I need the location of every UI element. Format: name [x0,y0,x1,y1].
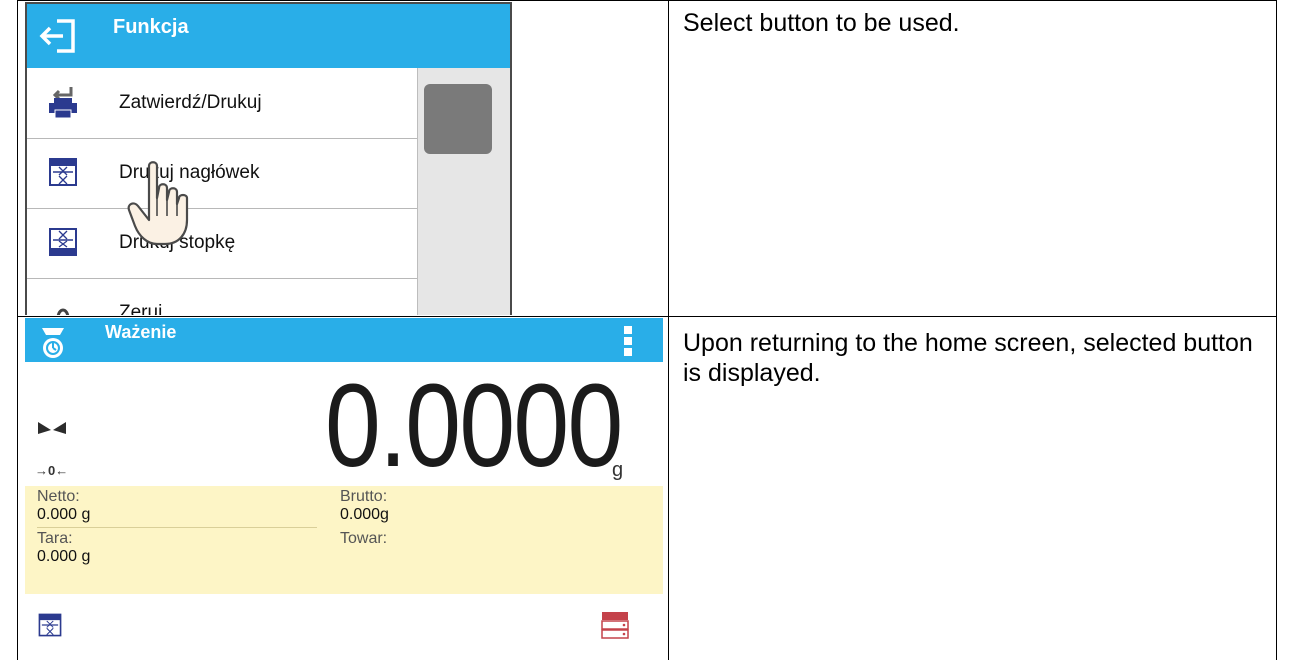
weight-unit: g [612,459,624,481]
function-list-screenshot: Funkcja Zatwierdź/Drukuj Drukuj nagłówek… [25,2,512,315]
list-item-label: Zeruj [119,302,163,315]
weighing-mode-icon[interactable] [39,324,67,360]
netto-label: Netto: [37,488,80,505]
print-footer-icon [49,228,77,256]
list-item-zero[interactable]: Zeruj [27,278,417,315]
list-item-label: Zatwierdź/Drukuj [119,92,262,113]
table-row-separator [17,316,1277,317]
list-item-confirm-print[interactable]: Zatwierdź/Drukuj [27,68,417,139]
list-item-print-footer[interactable]: Drukuj stopkę [27,208,417,279]
hand-pointer-icon [127,161,189,246]
brutto-label: Brutto: [340,488,388,505]
function-list: Zatwierdź/Drukuj Drukuj nagłówek Drukuj … [27,68,417,315]
print-header-icon[interactable] [37,612,63,638]
stability-icon [38,422,66,434]
table-border-right [1276,0,1277,660]
function-title: Funkcja [113,16,189,38]
weighing-title: Ważenie [105,322,177,342]
info-panel: Netto: 0.000 g Brutto: 0.000g Tara: 0.00… [25,486,663,594]
weighing-home-screenshot: Ważenie →0← 0.0000 g Netto: 0.000 g Brut… [25,318,663,660]
back-arrow-icon[interactable] [37,18,79,54]
row1-description: Select button to be used. [683,9,960,37]
tara-value: 0.000 g [37,548,91,565]
instruction-table: Funkcja Zatwierdź/Drukuj Drukuj nagłówek… [17,0,1277,660]
function-header: Funkcja [27,4,510,68]
database-icon[interactable] [600,610,630,640]
list-item-print-header[interactable]: Drukuj nagłówek [27,138,417,209]
weight-display: 0.0000 [325,360,623,492]
printer-icon [49,87,77,119]
info-separator [37,527,317,528]
table-border-middle [668,0,669,660]
print-header-icon [49,158,77,186]
table-border-top [17,0,1277,1]
table-border-left [17,0,18,660]
zero-indicator: →0← [35,463,69,478]
towar-label: Towar: [340,530,388,547]
zero-icon [56,308,70,315]
list-scrollbar[interactable] [417,68,510,315]
brutto-value: 0.000g [340,506,389,523]
netto-value: 0.000 g [37,506,91,523]
weighing-header: Ważenie [25,318,663,362]
vertical-dots-icon[interactable] [621,324,635,358]
row2-description: Upon returning to the home screen, selec… [683,329,1253,387]
scrollbar-thumb[interactable] [424,84,492,154]
tara-label: Tara: [37,530,73,547]
